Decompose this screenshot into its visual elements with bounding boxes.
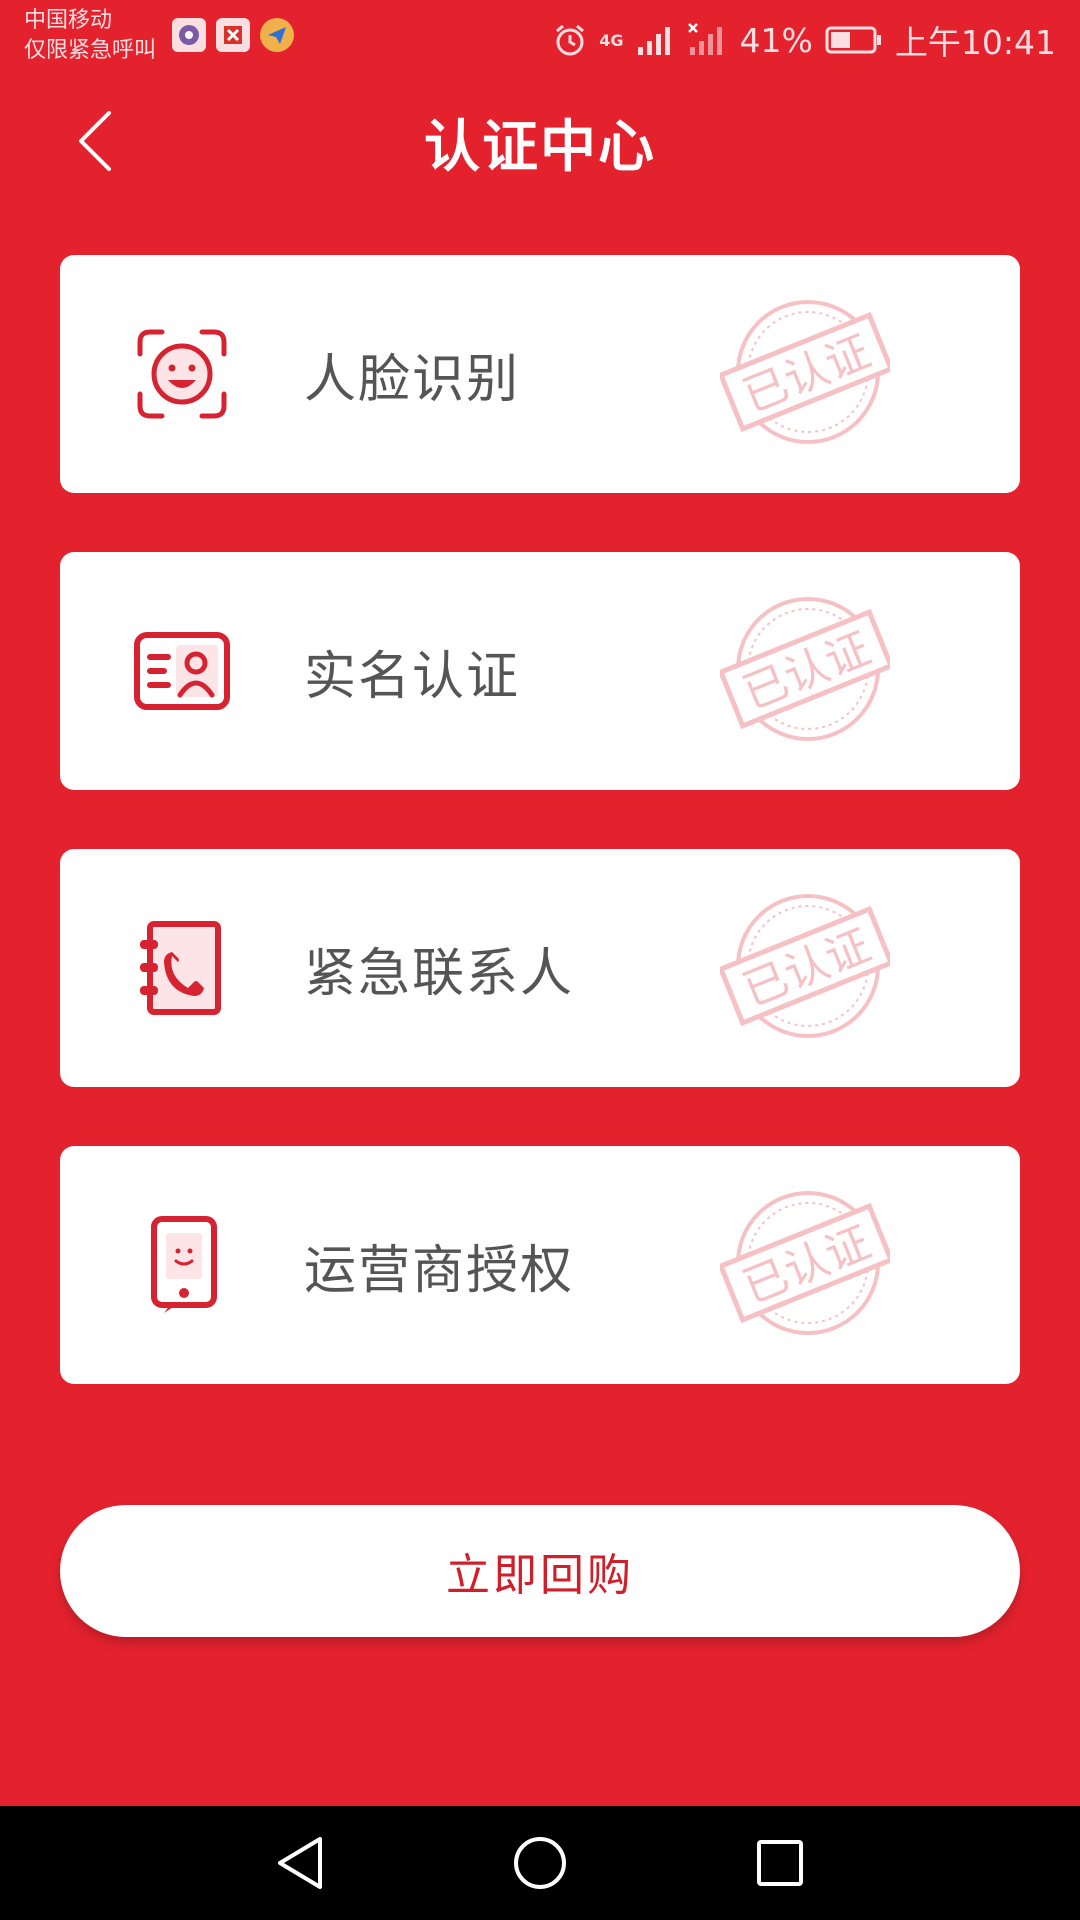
clock-time: 上午10:41 xyxy=(894,23,1056,62)
square-recents-icon xyxy=(757,1840,803,1886)
send-notification-icon xyxy=(260,18,294,52)
app-notification-icon xyxy=(172,18,206,52)
verified-stamp: 已认证 xyxy=(720,1191,890,1335)
carrier-name: 中国移动 xyxy=(24,8,113,33)
verified-stamp: 已认证 xyxy=(720,597,890,741)
repurchase-button[interactable]: 立即回购 xyxy=(60,1505,1020,1637)
verified-stamp: 已认证 xyxy=(720,300,890,444)
contact-book-phone-icon xyxy=(140,921,221,1015)
nav-recents-button[interactable] xyxy=(745,1828,815,1898)
card-emergency-contact[interactable]: 紧急联系人 已认证 xyxy=(60,849,1020,1087)
verified-stamp: 已认证 xyxy=(720,894,890,1038)
status-bar: 中国移动 仅限紧急呼叫 4G 41% 上午10:41 xyxy=(0,0,1080,72)
battery-icon xyxy=(825,25,883,55)
card-carrier-auth[interactable]: 运营商授权 已认证 xyxy=(60,1146,1020,1384)
card-label: 紧急联系人 xyxy=(304,943,575,1004)
carrier-note: 仅限紧急呼叫 xyxy=(24,38,157,63)
signal-no-service-icon xyxy=(687,23,728,57)
page-title: 认证中心 xyxy=(424,115,656,180)
id-card-icon xyxy=(134,632,230,710)
signal-icon xyxy=(636,23,676,57)
status-indicators: 4G 41% 上午10:41 xyxy=(553,16,1056,64)
notification-icons xyxy=(172,18,294,52)
network-type: 4G xyxy=(599,30,624,50)
battery-percent: 41% xyxy=(739,20,813,60)
nav-back-button[interactable] xyxy=(265,1828,335,1898)
card-label: 运营商授权 xyxy=(304,1240,575,1301)
face-scan-icon xyxy=(137,329,227,419)
card-real-name-auth[interactable]: 实名认证 已认证 xyxy=(60,552,1020,790)
triangle-back-icon xyxy=(278,1837,322,1889)
header: 认证中心 xyxy=(0,90,1080,190)
card-face-recognition[interactable]: 人脸识别 已认证 xyxy=(60,255,1020,493)
card-label: 实名认证 xyxy=(304,646,521,707)
alarm-icon xyxy=(553,23,587,57)
nav-home-button[interactable] xyxy=(505,1828,575,1898)
circle-home-icon xyxy=(514,1837,566,1889)
card-label: 人脸识别 xyxy=(304,349,521,410)
mobile-phone-icon xyxy=(151,1216,217,1313)
app-notification-icon xyxy=(216,18,250,52)
carrier-info: 中国移动 仅限紧急呼叫 xyxy=(24,6,156,66)
system-navigation-bar xyxy=(0,1806,1080,1920)
